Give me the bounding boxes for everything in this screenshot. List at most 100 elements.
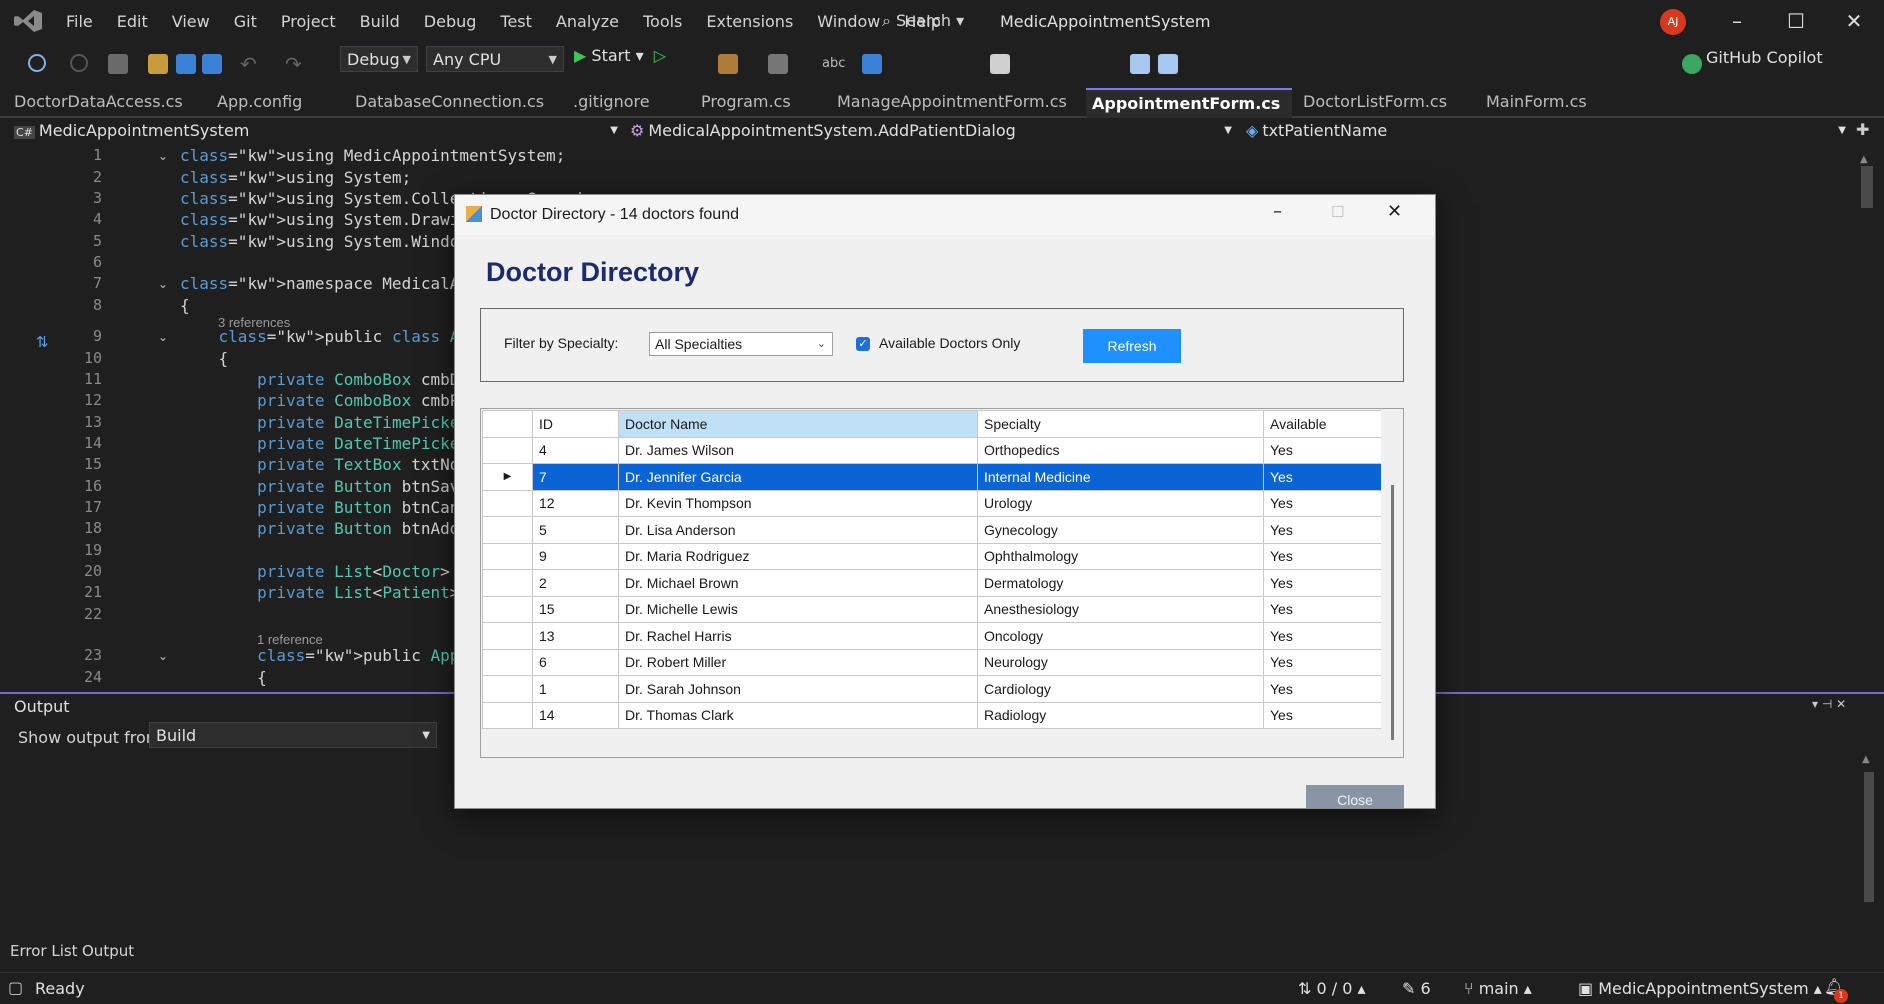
tab-program-cs[interactable]: Program.cs (695, 88, 837, 116)
cell-id[interactable]: 13 (532, 622, 619, 650)
tab-app-config[interactable]: App.config (211, 88, 347, 116)
column-header-id[interactable]: ID (532, 410, 619, 438)
table-row[interactable]: 14 Dr. Thomas Clark Radiology Yes (482, 701, 1386, 729)
cell-available[interactable]: Yes (1263, 701, 1386, 729)
save-all-icon[interactable] (202, 54, 222, 74)
available-only-checkbox[interactable]: ✓ (856, 337, 870, 351)
cell-specialty[interactable]: Urology (977, 489, 1264, 517)
panel-options-icon[interactable]: ▾ ⊣ ✕ (1812, 697, 1846, 711)
search-button[interactable]: ⌕ Search ▾ (882, 11, 964, 31)
cell-available[interactable]: Yes (1263, 489, 1386, 517)
tab-doctordataaccess-cs[interactable]: DoctorDataAccess.cs (8, 88, 214, 116)
cell-specialty[interactable]: Neurology (977, 648, 1264, 676)
undo-icon[interactable]: ↶ (240, 54, 260, 74)
menu-item-view[interactable]: View (160, 10, 222, 33)
cell-available[interactable]: Yes (1263, 463, 1386, 491)
fold-toggle-icon[interactable]: ⌄ (158, 277, 168, 291)
table-row[interactable]: 9 Dr. Maria Rodriguez Ophthalmology Yes (482, 542, 1386, 570)
row-header[interactable] (482, 489, 533, 517)
status-line-changes[interactable]: ⇅ 0 / 0 ▴ (1298, 979, 1366, 998)
menu-item-project[interactable]: Project (269, 10, 348, 33)
cell-specialty[interactable]: Anesthesiology (977, 595, 1264, 623)
cell-available[interactable]: Yes (1263, 595, 1386, 623)
copilot-icon[interactable] (1682, 54, 1702, 74)
cell-name[interactable]: Dr. Thomas Clark (618, 701, 978, 729)
forward-icon[interactable] (70, 54, 88, 72)
close-window-button[interactable]: ✕ (1834, 8, 1874, 34)
dialog-close-button[interactable]: ✕ (1387, 201, 1402, 222)
table-row[interactable]: 6 Dr. Robert Miller Neurology Yes (482, 648, 1386, 676)
cell-available[interactable]: Yes (1263, 622, 1386, 650)
align-icon[interactable] (1130, 54, 1150, 74)
start-without-debug-icon[interactable]: ▷ (654, 46, 666, 65)
cell-id[interactable]: 4 (532, 436, 619, 464)
cell-specialty[interactable]: Ophthalmology (977, 542, 1264, 570)
row-header[interactable] (482, 542, 533, 570)
cell-name[interactable]: Dr. Rachel Harris (618, 622, 978, 650)
minimize-button[interactable]: – (1717, 8, 1757, 34)
cell-name[interactable]: Dr. Kevin Thompson (618, 489, 978, 517)
tab-output[interactable]: Output (82, 942, 134, 960)
menu-item-edit[interactable]: Edit (105, 10, 160, 33)
cell-name[interactable]: Dr. Michael Brown (618, 569, 978, 597)
row-header[interactable] (482, 675, 533, 703)
fold-toggle-icon[interactable]: ⌄ (158, 649, 168, 663)
refresh-button[interactable]: Refresh (1083, 329, 1181, 363)
row-header[interactable] (482, 622, 533, 650)
row-header[interactable] (482, 648, 533, 676)
row-header[interactable] (482, 595, 533, 623)
dialog-maximize-button[interactable]: ☐ (1331, 203, 1344, 221)
codelens-references[interactable]: 1 reference (257, 632, 323, 647)
spellcheck-icon[interactable]: abc (822, 54, 845, 74)
maximize-button[interactable]: ☐ (1776, 8, 1816, 34)
table-row[interactable]: ▶ 7 Dr. Jennifer Garcia Internal Medicine Ye… (482, 463, 1386, 491)
cell-specialty[interactable]: Oncology (977, 622, 1264, 650)
table-row[interactable]: 5 Dr. Lisa Anderson Gynecology Yes (482, 516, 1386, 544)
column-header-specialty[interactable]: Specialty (977, 410, 1264, 438)
fold-toggle-icon[interactable]: ⌄ (158, 330, 168, 344)
type-dropdown[interactable]: ⚙ MedicalAppointmentSystem.AddPatientDial… (630, 118, 1232, 144)
redo-icon[interactable]: ↷ (285, 54, 305, 74)
cell-id[interactable]: 7 (532, 463, 619, 491)
editor-scrollbar[interactable]: ▲ (1856, 146, 1882, 692)
cell-name[interactable]: Dr. Maria Rodriguez (618, 542, 978, 570)
scroll-up-icon[interactable]: ▲ (1862, 754, 1870, 765)
row-header[interactable] (482, 516, 533, 544)
row-header-corner[interactable] (482, 410, 533, 438)
tab-mainform-cs[interactable]: MainForm.cs (1480, 88, 1626, 116)
bookmark-icon[interactable] (990, 54, 1010, 74)
github-copilot-button[interactable]: GitHub Copilot (1706, 48, 1823, 67)
menu-item-tools[interactable]: Tools (631, 10, 694, 33)
row-header[interactable] (482, 701, 533, 729)
cell-specialty[interactable]: Gynecology (977, 516, 1264, 544)
distribute-icon[interactable] (1158, 54, 1178, 74)
status-edits[interactable]: ✎ 6 (1402, 979, 1431, 998)
cell-name[interactable]: Dr. Jennifer Garcia (618, 463, 978, 491)
solution-explorer-icon[interactable] (718, 54, 738, 74)
scroll-thumb[interactable] (1864, 772, 1874, 902)
row-header[interactable] (482, 569, 533, 597)
column-header-doctor-name[interactable]: Doctor Name (618, 410, 978, 438)
status-repository[interactable]: ▣ MedicAppointmentSystem ▴ (1578, 979, 1822, 998)
cell-name[interactable]: Dr. Robert Miller (618, 648, 978, 676)
table-row[interactable]: 15 Dr. Michelle Lewis Anesthesiology Yes (482, 595, 1386, 623)
cell-available[interactable]: Yes (1263, 648, 1386, 676)
table-row[interactable]: 12 Dr. Kevin Thompson Urology Yes (482, 489, 1386, 517)
tab-gitignore[interactable]: .gitignore (567, 88, 693, 116)
menu-item-extensions[interactable]: Extensions (694, 10, 805, 33)
dialog-minimize-button[interactable]: – (1273, 201, 1282, 222)
codelens-references[interactable]: 3 references (218, 315, 290, 330)
menu-item-test[interactable]: Test (488, 10, 544, 33)
bookmark-margin-icon[interactable]: ⇅ (36, 333, 49, 351)
tab-databaseconnection-cs[interactable]: DatabaseConnection.cs (349, 88, 575, 116)
cell-id[interactable]: 5 (532, 516, 619, 544)
menu-item-file[interactable]: File (54, 10, 105, 33)
cell-available[interactable]: Yes (1263, 569, 1386, 597)
cell-available[interactable]: Yes (1263, 516, 1386, 544)
tab-manageappointmentform-cs[interactable]: ManageAppointmentForm.cs (831, 88, 1091, 116)
member-dropdown[interactable]: ◈ txtPatientName ▼ (1246, 118, 1846, 144)
available-only-label[interactable]: Available Doctors Only (879, 335, 1020, 351)
open-folder-icon[interactable] (148, 54, 168, 74)
avatar[interactable]: AJ (1660, 9, 1686, 35)
cell-available[interactable]: Yes (1263, 436, 1386, 464)
